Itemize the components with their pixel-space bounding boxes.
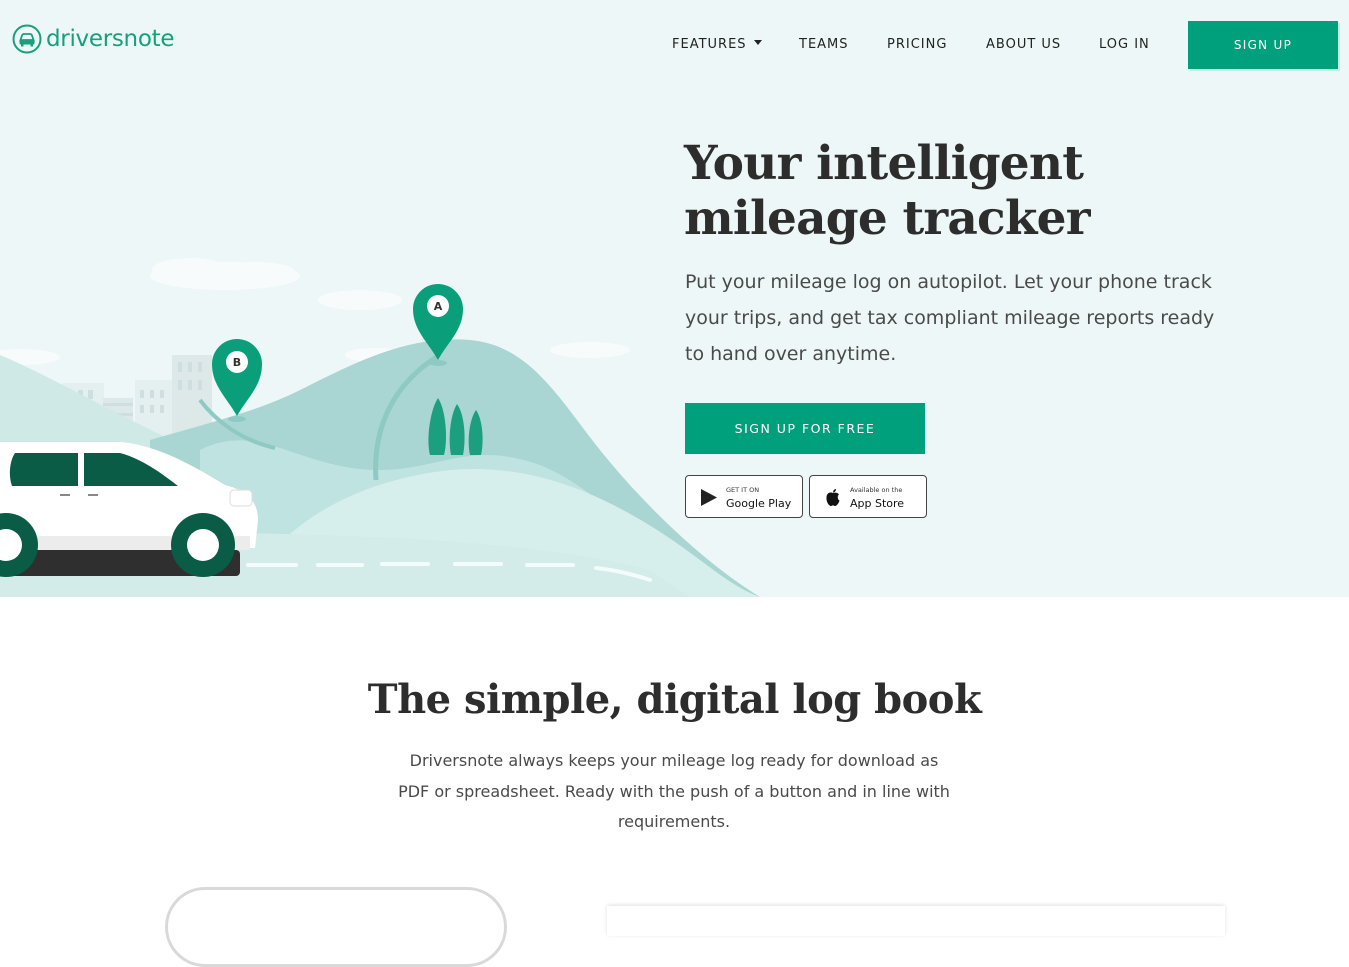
hero-title-line2: mileage tracker xyxy=(684,191,1091,246)
hero-subtitle: Put your mileage log on autopilot. Let y… xyxy=(685,271,1215,365)
nav-pricing[interactable]: PRICING xyxy=(887,37,947,52)
nav-about-us[interactable]: ABOUT US xyxy=(986,37,1061,52)
section-text: Driversnote always keeps your mileage lo… xyxy=(398,751,950,831)
google-play-small: GET IT ON xyxy=(726,486,760,494)
caret-down-icon xyxy=(753,40,762,45)
apple-icon xyxy=(826,489,840,506)
nav-teams[interactable]: TEAMS xyxy=(799,37,849,52)
app-store-small: Available on the xyxy=(850,486,903,494)
nav-log-in[interactable]: LOG IN xyxy=(1099,37,1150,52)
nav-features-label: FEATURES xyxy=(672,37,747,52)
signup-button[interactable]: SIGN UP xyxy=(1188,21,1338,69)
section-title: The simple, digital log book xyxy=(367,676,982,723)
hero-title-line1: Your intelligent xyxy=(684,136,1084,191)
google-play-button[interactable]: GET IT ON Google Play xyxy=(685,475,803,518)
pin-b-label: B xyxy=(233,356,241,369)
hero-title: Your intelligent mileage tracker xyxy=(684,136,1104,246)
brand-name: driversnote xyxy=(46,26,175,52)
nav-features[interactable]: FEATURES xyxy=(672,37,762,52)
signup-free-button[interactable]: SIGN UP FOR FREE xyxy=(685,403,925,454)
phone-mockup xyxy=(165,887,507,967)
car-icon xyxy=(12,24,42,54)
google-play-big: Google Play xyxy=(726,497,792,510)
clouds xyxy=(0,258,630,365)
google-play-icon xyxy=(701,489,717,506)
app-store-big: App Store xyxy=(850,497,905,510)
pin-a-label: A xyxy=(434,300,443,313)
logo-link[interactable]: driversnote xyxy=(12,24,174,54)
hero-illustration: A B xyxy=(0,258,760,597)
hero-section: A B driversnote FEATURES TEAMS PRICING A… xyxy=(0,0,1349,597)
app-store-button[interactable]: Available on the App Store xyxy=(809,475,927,518)
logbook-document-preview xyxy=(607,906,1225,936)
